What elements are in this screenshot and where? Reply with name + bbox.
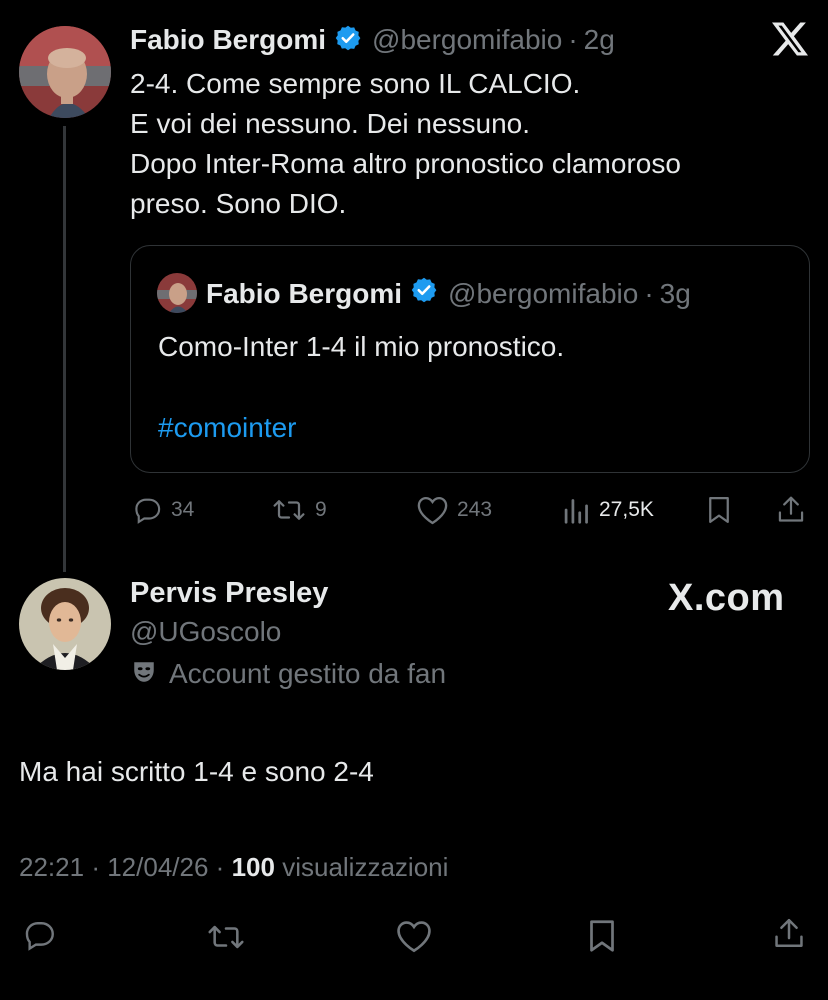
reply-action-button[interactable] [21, 918, 57, 957]
views-icon [564, 499, 588, 524]
quoted-author-handle[interactable]: @bergomifabio [448, 277, 638, 311]
reply-text: Ma hai scritto 1-4 e sono 2-4 [19, 756, 374, 787]
meta-separator: · [91, 852, 100, 882]
repost-button[interactable]: 9 [271, 495, 327, 525]
reply-author-name[interactable]: Pervis Presley [130, 574, 328, 612]
like-icon [417, 496, 448, 525]
meta-separator: · [215, 852, 225, 882]
reply-button[interactable]: 34 [131, 495, 194, 525]
tweet-time[interactable]: 2g [584, 24, 615, 56]
bookmark-icon [709, 497, 729, 523]
bookmark-button[interactable] [706, 495, 732, 525]
views-button[interactable]: 27,5K [563, 495, 654, 525]
like-count: 243 [457, 498, 493, 521]
bookmark-icon [590, 920, 614, 952]
reply-date[interactable]: 12/04/26 [107, 852, 208, 882]
reply-icon [135, 498, 161, 524]
quoted-avatar[interactable] [157, 273, 197, 313]
like-icon [397, 921, 431, 953]
quoted-author-name[interactable]: Fabio Bergomi [206, 277, 402, 311]
reply-icon [25, 922, 54, 951]
quoted-tweet-time[interactable]: 3g [660, 277, 691, 311]
author-handle[interactable]: @bergomifabio [372, 24, 562, 56]
like-action-button[interactable] [395, 919, 433, 958]
reply-count: 34 [171, 498, 195, 521]
repost-icon [273, 500, 305, 520]
share-icon [778, 496, 804, 522]
like-button[interactable]: 243 [416, 495, 492, 525]
fan-mask-icon [131, 659, 157, 690]
reply-views-count: 100 [231, 852, 275, 882]
quoted-tweet-text: Como-Inter 1-4 il mio pronostico. [158, 331, 565, 362]
x-logo-icon[interactable] [772, 22, 808, 61]
x-com-watermark: X.com [668, 577, 785, 619]
reply-author-handle[interactable]: @UGoscolo [130, 613, 281, 651]
repost-icon [208, 925, 244, 949]
reply-time[interactable]: 22:21 [19, 852, 84, 882]
bookmark-action-button[interactable] [587, 918, 617, 959]
thread-line [63, 126, 66, 572]
account-label: Account gestito da fan [169, 658, 447, 689]
hashtag-link[interactable]: #comointer [158, 408, 297, 448]
repost-count: 9 [315, 498, 327, 521]
verified-badge-icon [410, 276, 438, 312]
share-button[interactable] [776, 494, 806, 526]
tweet-text: 2-4. Come sempre sono IL CALCIO. E voi d… [130, 68, 681, 219]
views-count: 27,5K [599, 498, 654, 521]
share-icon [775, 918, 803, 948]
share-action-button[interactable] [772, 916, 806, 957]
reply-views-label: visualizzazioni [282, 852, 449, 882]
meta-separator: · [644, 278, 654, 309]
repost-action-button[interactable] [204, 920, 248, 959]
author-name[interactable]: Fabio Bergomi [130, 24, 326, 56]
verified-badge-icon [334, 24, 362, 57]
meta-separator: · [568, 24, 578, 55]
avatar-pervis-presley[interactable] [19, 578, 111, 670]
avatar-fabio-bergomi[interactable] [19, 26, 111, 118]
